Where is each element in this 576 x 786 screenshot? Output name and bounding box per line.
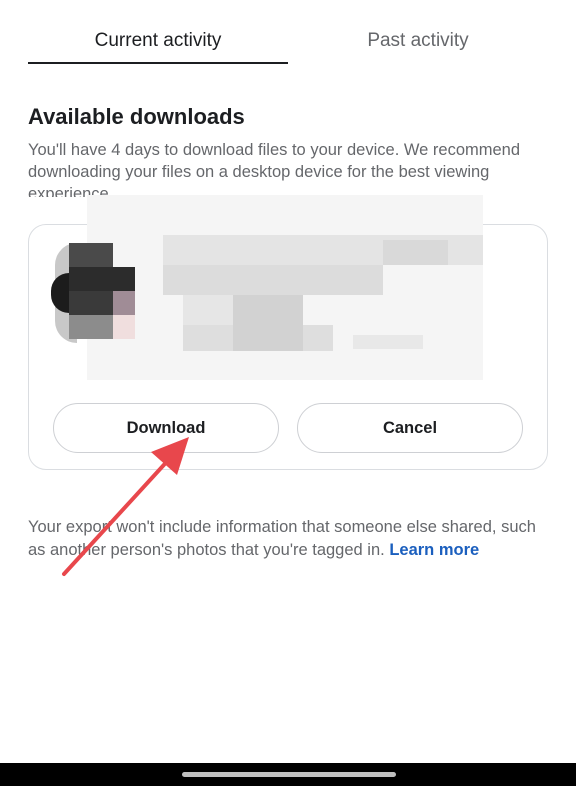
active-tab-indicator (28, 62, 288, 64)
home-indicator[interactable] (182, 772, 396, 777)
export-disclaimer: Your export won't include information th… (28, 516, 543, 562)
download-button[interactable]: Download (53, 403, 279, 453)
tab-past-activity[interactable]: Past activity (288, 30, 548, 52)
section-description: You'll have 4 days to download files to … (28, 141, 521, 197)
cancel-button[interactable]: Cancel (297, 403, 523, 453)
system-navigation-bar (0, 763, 576, 786)
download-card: Download Cancel (28, 195, 548, 470)
activity-tabs: Current activity Past activity (0, 0, 576, 66)
tab-current-activity[interactable]: Current activity (28, 30, 288, 52)
learn-more-link[interactable]: Learn more (389, 541, 479, 559)
section-title: Available downloads (28, 104, 245, 129)
avatar (51, 243, 137, 343)
